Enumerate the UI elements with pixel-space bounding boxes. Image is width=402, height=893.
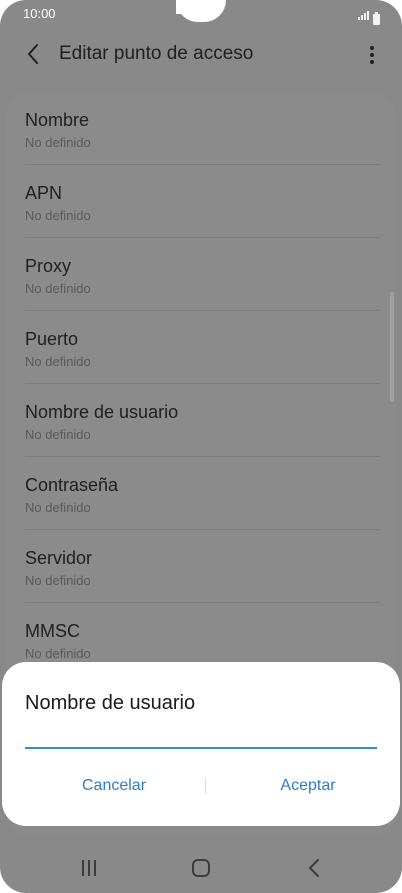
recent-apps-icon[interactable] — [81, 859, 97, 877]
username-dialog: Nombre de usuario Cancelar Aceptar — [2, 662, 400, 826]
back-arrow-icon[interactable] — [22, 42, 46, 66]
list-item-puerto[interactable]: Puerto No definido — [25, 311, 380, 384]
list-item-contrasena[interactable]: Contraseña No definido — [25, 457, 380, 530]
list-item-label: APN — [25, 183, 63, 203]
list-item-value: No definido — [25, 281, 91, 296]
list-item-value: No definido — [25, 135, 91, 150]
list-item-nombre-de-usuario[interactable]: Nombre de usuario No definido — [25, 384, 380, 457]
accept-button[interactable]: Aceptar — [218, 766, 398, 806]
list-item-value: No definido — [25, 573, 91, 588]
status-bar: 10:00 — [0, 0, 402, 26]
list-item-nombre[interactable]: Nombre No definido — [25, 92, 380, 165]
list-item-value: No definido — [25, 427, 91, 442]
more-vert-icon[interactable] — [364, 44, 380, 66]
list-item-label: Proxy — [25, 256, 72, 276]
cancel-button[interactable]: Cancelar — [24, 766, 204, 806]
list-item-value: No definido — [25, 208, 91, 223]
list-item-label: Contraseña — [25, 475, 119, 495]
camera-notch — [176, 0, 226, 22]
list-item-label: Nombre de usuario — [25, 402, 179, 422]
list-item-apn[interactable]: APN No definido — [25, 165, 380, 238]
list-item-label: Puerto — [25, 329, 79, 349]
list-item-proxy[interactable]: Proxy No definido — [25, 238, 380, 311]
dialog-title: Nombre de usuario — [25, 692, 196, 714]
list-item-label: MMSC — [25, 621, 80, 641]
list-item-label: Servidor — [25, 548, 93, 568]
navigation-bar — [0, 848, 402, 888]
list-item-value: No definido — [25, 354, 91, 369]
list-item-label: Nombre — [25, 110, 90, 130]
back-icon[interactable] — [306, 858, 322, 878]
list-item-value: No definido — [25, 500, 91, 515]
list-item-value: No definido — [25, 646, 91, 661]
list-item-servidor[interactable]: Servidor No definido — [25, 530, 380, 603]
scrollbar[interactable] — [390, 292, 394, 402]
signal-icon — [357, 7, 369, 25]
username-input[interactable] — [25, 717, 377, 749]
app-header: Editar punto de acceso — [0, 32, 402, 76]
button-separator — [205, 778, 206, 794]
page-title: Editar punto de acceso — [59, 43, 254, 64]
phone-screen: 10:00 Editar punto de acceso Nombre No d… — [0, 0, 402, 893]
status-time: 10:00 — [23, 6, 56, 21]
battery-icon — [373, 12, 380, 25]
home-icon[interactable] — [191, 858, 211, 878]
system-icons — [357, 7, 380, 25]
